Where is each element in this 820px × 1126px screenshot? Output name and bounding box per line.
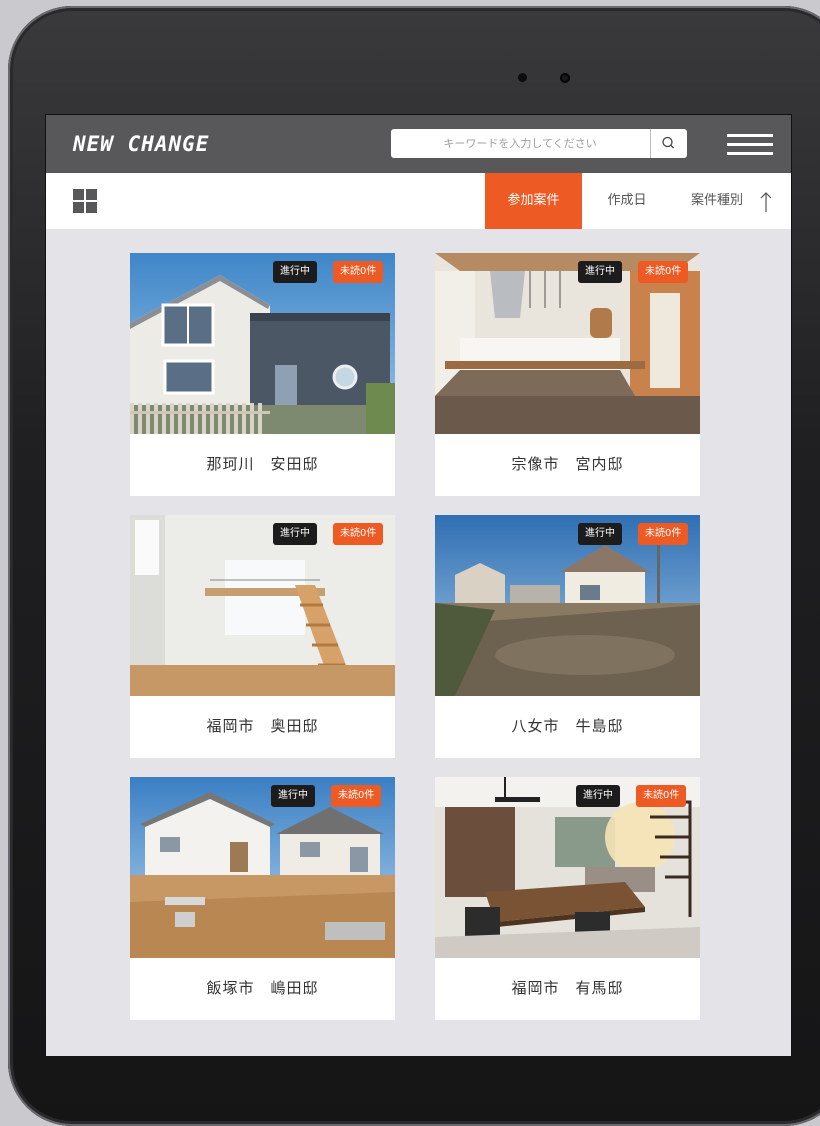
app-logo[interactable]: NEW CHANGE	[73, 131, 209, 157]
tab-project-type[interactable]: 案件種別	[682, 173, 752, 229]
status-badge: 進行中	[578, 523, 622, 545]
search-button[interactable]	[650, 129, 687, 158]
project-card[interactable]: 進行中 未読0件 飯塚市 嶋田邸	[130, 777, 395, 1020]
unread-badge: 未読0件	[638, 523, 689, 545]
unread-badge: 未読0件	[638, 261, 689, 283]
grid-view-icon[interactable]	[73, 189, 97, 213]
search-icon	[662, 136, 674, 149]
project-title: 八女市 牛島邸	[511, 717, 624, 735]
unread-badge: 未読0件	[333, 523, 384, 545]
project-title: 飯塚市 嶋田邸	[206, 979, 319, 997]
project-card[interactable]: 進行中 未読0件 八女市 牛島邸	[435, 515, 700, 758]
sort-arrow-up-icon[interactable]	[758, 190, 774, 214]
status-badge: 進行中	[273, 261, 317, 283]
sensor-dot	[518, 73, 527, 82]
project-title: 宗像市 宮内邸	[511, 455, 624, 473]
header-bar: NEW CHANGE	[46, 115, 791, 173]
app-screen: NEW CHANGE 参加案件 作成日 案件種別	[45, 114, 792, 1056]
status-badge: 進行中	[578, 261, 622, 283]
project-title: 福岡市 有馬邸	[511, 979, 624, 997]
status-badge: 進行中	[576, 785, 620, 807]
hamburger-menu-icon[interactable]	[727, 134, 773, 156]
tab-created-date[interactable]: 作成日	[594, 173, 660, 229]
status-badge: 進行中	[271, 785, 315, 807]
toolbar: 参加案件 作成日 案件種別	[46, 173, 791, 229]
project-card[interactable]: 進行中 未読0件 宗像市 宮内邸	[435, 253, 700, 496]
status-badge: 進行中	[273, 523, 317, 545]
project-card[interactable]: 進行中 未読0件 福岡市 奥田邸	[130, 515, 395, 758]
search-box	[391, 129, 687, 158]
project-card[interactable]: 進行中 未読0件 福岡市 有馬邸	[435, 777, 700, 1020]
search-input[interactable]	[391, 129, 649, 158]
tab-participating-projects[interactable]: 参加案件	[485, 173, 582, 229]
project-title: 福岡市 奥田邸	[206, 717, 319, 735]
unread-badge: 未読0件	[331, 785, 382, 807]
project-title: 那珂川 安田邸	[206, 455, 319, 473]
front-camera	[560, 73, 570, 83]
unread-badge: 未読0件	[636, 785, 687, 807]
project-card[interactable]: 進行中 未読0件 那珂川 安田邸	[130, 253, 395, 496]
unread-badge: 未読0件	[333, 261, 384, 283]
